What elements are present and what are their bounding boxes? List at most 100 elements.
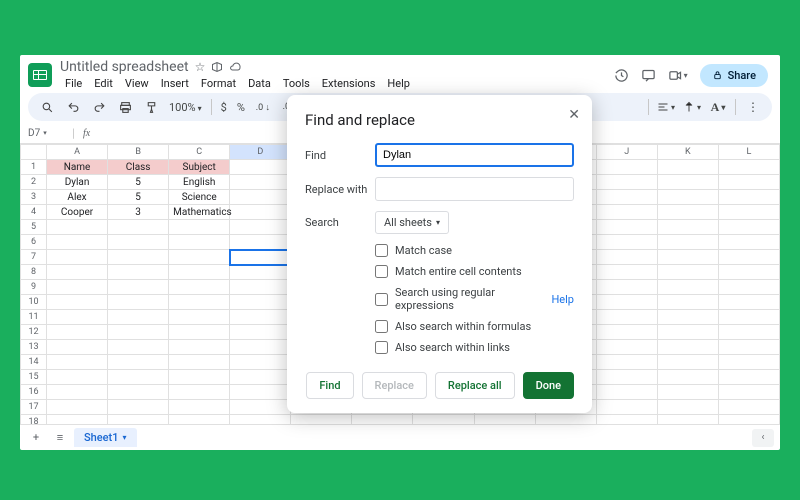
name-box[interactable]: D7▾ xyxy=(28,128,64,139)
cell[interactable] xyxy=(108,235,169,250)
cell[interactable] xyxy=(596,250,657,265)
cell[interactable] xyxy=(596,325,657,340)
cell[interactable] xyxy=(108,400,169,415)
cell[interactable] xyxy=(169,250,230,265)
cell[interactable] xyxy=(596,400,657,415)
row-header[interactable]: 16 xyxy=(21,385,47,400)
row-header[interactable]: 13 xyxy=(21,340,47,355)
row-header[interactable]: 3 xyxy=(21,190,47,205)
row-header[interactable]: 5 xyxy=(21,220,47,235)
cell[interactable] xyxy=(657,280,718,295)
cell[interactable] xyxy=(291,415,352,425)
cell[interactable]: Class xyxy=(108,160,169,175)
menu-help[interactable]: Help xyxy=(382,75,415,92)
cell[interactable] xyxy=(108,370,169,385)
done-button[interactable]: Done xyxy=(523,372,574,399)
cell[interactable] xyxy=(596,295,657,310)
cell[interactable]: English xyxy=(169,175,230,190)
cell[interactable] xyxy=(230,205,291,220)
cell[interactable] xyxy=(230,355,291,370)
cell[interactable] xyxy=(596,370,657,385)
cell[interactable] xyxy=(718,400,779,415)
cell[interactable] xyxy=(718,220,779,235)
row-header[interactable]: 11 xyxy=(21,310,47,325)
cell[interactable] xyxy=(596,385,657,400)
cell[interactable]: 3 xyxy=(108,205,169,220)
move-icon[interactable] xyxy=(211,61,223,73)
cell[interactable] xyxy=(169,400,230,415)
cell[interactable] xyxy=(230,235,291,250)
cell[interactable] xyxy=(657,295,718,310)
cell[interactable] xyxy=(108,325,169,340)
history-icon[interactable] xyxy=(614,68,629,83)
col-header[interactable]: D xyxy=(230,145,291,160)
share-button[interactable]: Share xyxy=(700,64,768,87)
cell[interactable] xyxy=(596,175,657,190)
print-icon[interactable] xyxy=(114,96,136,118)
formulas-checkbox[interactable] xyxy=(375,320,388,333)
menu-data[interactable]: Data xyxy=(243,75,276,92)
menu-tools[interactable]: Tools xyxy=(278,75,315,92)
row-header[interactable]: 1 xyxy=(21,160,47,175)
cell[interactable] xyxy=(169,325,230,340)
cell[interactable] xyxy=(657,160,718,175)
row-header[interactable]: 15 xyxy=(21,370,47,385)
col-header[interactable]: A xyxy=(47,145,108,160)
find-button[interactable]: Find xyxy=(306,372,353,399)
col-header[interactable]: C xyxy=(169,145,230,160)
cell[interactable] xyxy=(47,370,108,385)
cell[interactable] xyxy=(657,235,718,250)
links-checkbox[interactable] xyxy=(375,341,388,354)
cell[interactable] xyxy=(718,160,779,175)
row-header[interactable]: 12 xyxy=(21,325,47,340)
cell[interactable] xyxy=(230,415,291,425)
row-header[interactable]: 10 xyxy=(21,295,47,310)
cell[interactable] xyxy=(47,415,108,425)
cell[interactable] xyxy=(47,385,108,400)
explore-icon[interactable]: ‹ xyxy=(752,429,774,447)
regex-help-link[interactable]: Help xyxy=(551,293,574,306)
cell[interactable] xyxy=(718,370,779,385)
cell[interactable] xyxy=(230,295,291,310)
cell[interactable] xyxy=(718,415,779,425)
cell[interactable] xyxy=(108,265,169,280)
cell[interactable] xyxy=(47,325,108,340)
cell[interactable] xyxy=(657,250,718,265)
cell[interactable] xyxy=(108,280,169,295)
col-header[interactable]: K xyxy=(657,145,718,160)
cell[interactable] xyxy=(718,340,779,355)
cell[interactable] xyxy=(596,340,657,355)
entire-cell-checkbox[interactable] xyxy=(375,265,388,278)
regex-checkbox[interactable] xyxy=(375,293,388,306)
currency-btn[interactable]: $ xyxy=(218,101,230,114)
cell[interactable]: Science xyxy=(169,190,230,205)
cell[interactable] xyxy=(657,325,718,340)
cell[interactable] xyxy=(47,400,108,415)
cell[interactable] xyxy=(230,220,291,235)
close-icon[interactable]: ✕ xyxy=(568,107,580,123)
cell[interactable] xyxy=(596,310,657,325)
cell[interactable] xyxy=(718,235,779,250)
cell[interactable] xyxy=(169,235,230,250)
cell[interactable] xyxy=(108,250,169,265)
cell[interactable] xyxy=(657,415,718,425)
cell[interactable] xyxy=(169,295,230,310)
cell[interactable] xyxy=(108,355,169,370)
cell[interactable] xyxy=(230,265,291,280)
cell[interactable] xyxy=(657,220,718,235)
cell[interactable] xyxy=(718,280,779,295)
cell[interactable] xyxy=(596,235,657,250)
cell[interactable] xyxy=(413,415,474,425)
cell[interactable] xyxy=(230,325,291,340)
cell[interactable]: Subject xyxy=(169,160,230,175)
cell[interactable] xyxy=(108,415,169,425)
row-header[interactable]: 6 xyxy=(21,235,47,250)
cell[interactable] xyxy=(47,265,108,280)
cell[interactable] xyxy=(169,355,230,370)
cell[interactable] xyxy=(169,220,230,235)
cell[interactable]: Mathematics xyxy=(169,205,230,220)
row-header[interactable]: 4 xyxy=(21,205,47,220)
cell[interactable] xyxy=(230,280,291,295)
cell[interactable] xyxy=(535,415,596,425)
cell[interactable]: 5 xyxy=(108,190,169,205)
